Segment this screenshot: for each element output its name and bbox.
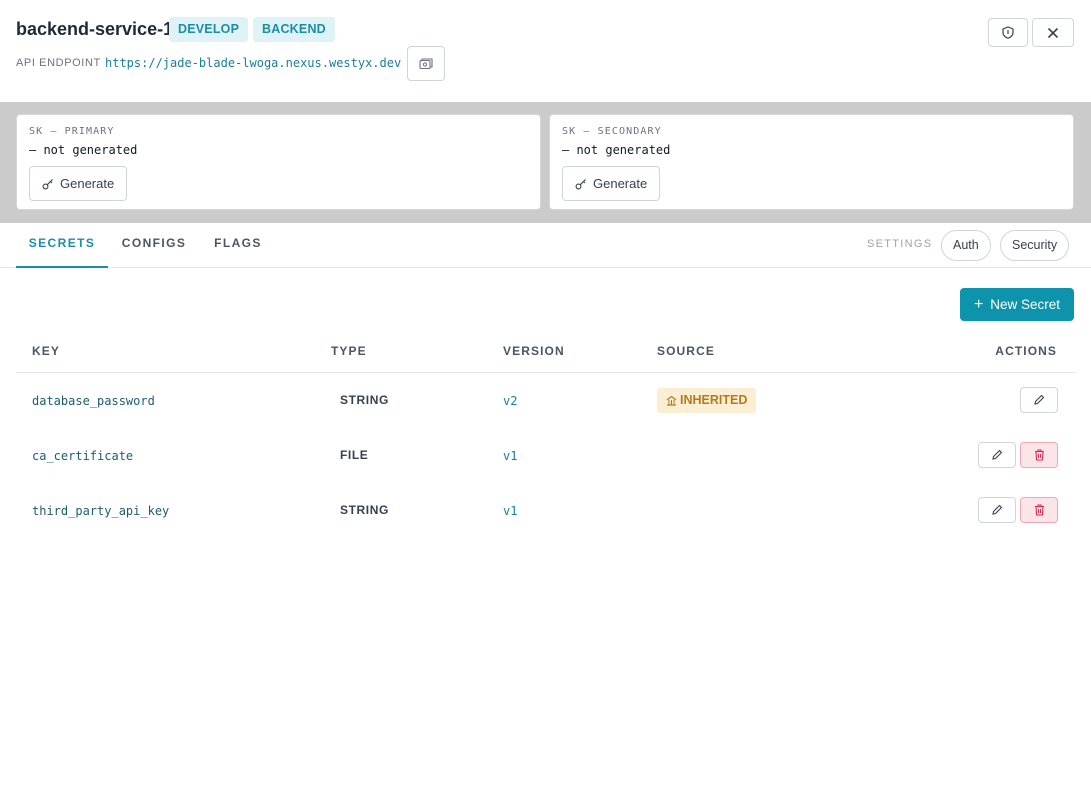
pencil-icon xyxy=(992,504,1003,515)
secret-type: STRING xyxy=(340,503,389,517)
table-row: third_party_api_key STRING v1 xyxy=(16,483,1075,538)
column-header-actions: ACTIONS xyxy=(995,344,1057,358)
service-title: backend-service-1 xyxy=(16,19,174,39)
trash-icon xyxy=(1034,504,1044,516)
shield-icon xyxy=(1002,26,1014,39)
key-label: SK — PRIMARY xyxy=(29,126,115,137)
column-header-type: TYPE xyxy=(331,344,367,358)
key-icon xyxy=(42,178,53,189)
column-header-source: SOURCE xyxy=(657,344,715,358)
inherited-icon xyxy=(666,395,677,406)
copy-icon xyxy=(419,57,433,69)
endpoint-url[interactable]: https://jade-blade-lwoga.nexus.westyx.de… xyxy=(105,56,401,70)
primary-key-card: SK — PRIMARY — not generated Generate xyxy=(16,114,541,210)
key-icon xyxy=(575,178,586,189)
trash-icon xyxy=(1034,449,1044,461)
detail-header: backend-service-1 DEVELOP BACKEND API EN… xyxy=(0,0,1091,102)
signing-keys-panel: SK — PRIMARY — not generated Generate SK… xyxy=(0,102,1091,223)
edit-button[interactable] xyxy=(1020,387,1058,413)
security-shield-button[interactable] xyxy=(988,18,1028,47)
secret-version: v1 xyxy=(503,449,518,463)
key-value: — not generated xyxy=(562,143,671,157)
tab-bar: SECRETS CONFIGS FLAGS SETTINGS Auth Secu… xyxy=(0,223,1091,268)
tab-secrets[interactable]: SECRETS xyxy=(16,223,108,268)
pencil-icon xyxy=(1034,394,1045,405)
edit-button[interactable] xyxy=(978,497,1016,523)
inherited-badge: INHERITED xyxy=(657,388,757,413)
close-icon xyxy=(1047,27,1059,38)
column-header-version: VERSION xyxy=(503,344,565,358)
column-header-key: KEY xyxy=(32,344,60,358)
table-row: database_password STRING v2 INHERITED xyxy=(16,373,1075,428)
secret-type: FILE xyxy=(340,448,369,462)
environment-tag: DEVELOP xyxy=(169,17,249,42)
plus-icon: + xyxy=(973,295,984,313)
source-label: INHERITED xyxy=(680,393,748,407)
delete-button[interactable] xyxy=(1020,442,1058,468)
endpoint-label: API ENDPOINT xyxy=(16,57,101,69)
key-label: SK — SECONDARY xyxy=(562,126,662,137)
generate-label: Generate xyxy=(593,176,648,191)
key-value: — not generated xyxy=(29,143,138,157)
generate-primary-key-button[interactable]: Generate xyxy=(29,166,128,201)
category-tag: BACKEND xyxy=(253,17,335,42)
new-secret-label: New Secret xyxy=(990,297,1061,312)
secret-key: ca_certificate xyxy=(32,449,134,463)
secondary-key-card: SK — SECONDARY — not generated Generate xyxy=(549,114,1074,210)
settings-label: SETTINGS xyxy=(867,238,933,250)
close-button[interactable] xyxy=(1032,18,1074,47)
tab-configs[interactable]: CONFIGS xyxy=(112,223,196,268)
edit-button[interactable] xyxy=(978,442,1016,468)
secret-version: v2 xyxy=(503,394,518,408)
secret-key: database_password xyxy=(32,394,155,408)
generate-label: Generate xyxy=(60,176,115,191)
pencil-icon xyxy=(992,449,1003,460)
generate-secondary-key-button[interactable]: Generate xyxy=(562,166,661,201)
secret-version: v1 xyxy=(503,504,518,518)
tab-flags[interactable]: FLAGS xyxy=(204,223,272,268)
security-settings-button[interactable]: Security xyxy=(1000,230,1070,261)
secret-type: STRING xyxy=(340,393,389,407)
secret-key: third_party_api_key xyxy=(32,504,170,518)
new-secret-button[interactable]: + New Secret xyxy=(960,288,1074,321)
auth-settings-button[interactable]: Auth xyxy=(941,230,991,261)
delete-button[interactable] xyxy=(1020,497,1058,523)
table-row: ca_certificate FILE v1 xyxy=(16,428,1075,483)
copy-endpoint-button[interactable] xyxy=(407,46,445,81)
